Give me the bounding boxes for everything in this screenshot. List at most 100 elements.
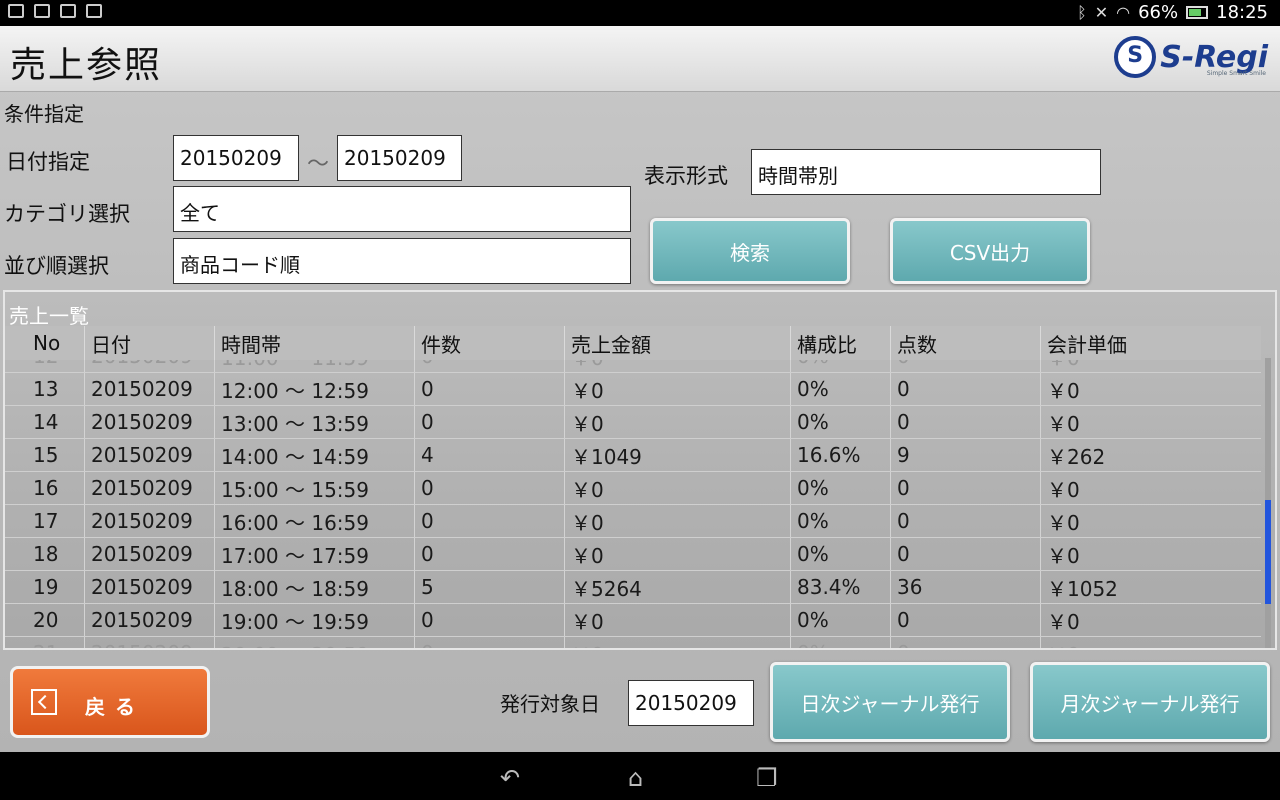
- back-button[interactable]: 戻る: [10, 666, 210, 738]
- column-header-count: 件数: [415, 326, 565, 360]
- cell-date: 20150209: [85, 360, 215, 372]
- cell-items: 0: [891, 505, 1041, 537]
- date-to-field[interactable]: 20150209: [337, 135, 462, 181]
- cell-amount: ￥0: [565, 472, 791, 504]
- issue-date-label: 発行対象日: [500, 692, 600, 716]
- cell-no: 21: [5, 637, 85, 648]
- table-row[interactable]: 16 20150209 15:00 ～ 15:59 0 ￥0 0% 0 ￥0: [5, 472, 1261, 505]
- column-header-items: 点数: [891, 326, 1041, 360]
- daily-journal-button[interactable]: 日次ジャーナル発行: [770, 662, 1010, 742]
- cell-items: 0: [891, 373, 1041, 405]
- cell-date: 20150209: [85, 604, 215, 636]
- cell-ratio: 0%: [791, 472, 891, 504]
- navigation-bar: ↶ ⌂ ❐: [0, 752, 1280, 800]
- column-header-amount: 売上金額: [565, 326, 791, 360]
- cell-ratio: 16.6%: [791, 439, 891, 471]
- cell-unit-price: ￥0: [1041, 637, 1261, 649]
- cell-amount: ￥5264: [565, 571, 791, 603]
- date-from-field[interactable]: 20150209: [173, 135, 299, 181]
- store-icon: [60, 4, 76, 18]
- column-header-time: 時間帯: [215, 326, 415, 360]
- cell-count: 0: [415, 637, 565, 648]
- page-title: 売上参照: [10, 45, 163, 86]
- cell-count: 5: [415, 571, 565, 603]
- table-row[interactable]: 13 20150209 12:00 ～ 12:59 0 ￥0 0% 0 ￥0: [5, 373, 1261, 406]
- cell-count: 0: [415, 604, 565, 636]
- cell-time: 15:00 ～ 15:59: [215, 472, 415, 504]
- logo-mark-icon: [1114, 36, 1157, 78]
- cell-ratio: 83.4%: [791, 571, 891, 603]
- cell-count: 0: [415, 538, 565, 570]
- cell-time: 12:00 ～ 12:59: [215, 373, 415, 405]
- store-icon: [86, 4, 102, 18]
- cell-date: 20150209: [85, 538, 215, 570]
- cell-time: 17:00 ～ 17:59: [215, 538, 415, 570]
- cell-unit-price: ￥0: [1047, 477, 1080, 502]
- cell-amount: ￥0: [565, 360, 791, 372]
- cell-amount: ￥0: [565, 538, 791, 570]
- cell-date: 20150209: [85, 637, 215, 648]
- cell-items: 36: [891, 571, 1041, 603]
- cell-amount: ￥1049: [565, 439, 791, 471]
- table-row[interactable]: 20 20150209 19:00 ～ 19:59 0 ￥0 0% 0 ￥0: [5, 604, 1261, 637]
- scrollbar-thumb[interactable]: [1265, 500, 1271, 604]
- cell-ratio: 0%: [791, 505, 891, 537]
- cell-amount: ￥0: [565, 604, 791, 636]
- table-row[interactable]: 19 20150209 18:00 ～ 18:59 5 ￥5264 83.4% 36 ￥105…: [5, 571, 1261, 604]
- display-format-select[interactable]: 時間帯別: [751, 149, 1101, 195]
- back-nav-icon[interactable]: ↶: [500, 764, 520, 792]
- cell-ratio: 0%: [791, 360, 891, 372]
- table-row[interactable]: 15 20150209 14:00 ～ 14:59 4 ￥1049 16.6% 9 ￥262: [5, 439, 1261, 472]
- sales-list-panel: 売上一覧 No 日付 時間帯 件数 売上金額 構成比 点数 会計単価 12201…: [3, 290, 1277, 650]
- column-header-ratio: 構成比: [791, 326, 891, 360]
- cell-date: 20150209: [85, 505, 215, 537]
- recents-icon[interactable]: ❐: [756, 764, 778, 792]
- cell-no: 20: [5, 604, 85, 636]
- csv-export-button[interactable]: CSV出力: [890, 218, 1090, 284]
- sales-table-body[interactable]: 122015020911:00 ～ 11:590￥00%0￥0132015020…: [5, 360, 1261, 649]
- cell-items: 0: [891, 538, 1041, 570]
- cell-date: 20150209: [85, 571, 215, 603]
- order-select[interactable]: 商品コード順: [173, 238, 631, 284]
- date-label: 日付指定: [6, 150, 90, 174]
- cell-ratio: 0%: [791, 373, 891, 405]
- cell-ratio: 0%: [791, 604, 891, 636]
- table-row[interactable]: 14 20150209 13:00 ～ 13:59 0 ￥0 0% 0 ￥0: [5, 406, 1261, 439]
- conditions-section-label: 条件指定: [4, 102, 84, 126]
- cell-unit-price: ￥0: [1047, 543, 1080, 568]
- cell-date: 20150209: [85, 472, 215, 504]
- notification-icons: [8, 4, 102, 18]
- monthly-journal-button[interactable]: 月次ジャーナル発行: [1030, 662, 1270, 742]
- cell-unit-price: ￥0: [1041, 360, 1261, 372]
- cell-items: 0: [891, 406, 1041, 438]
- cell-unit-price: ￥1052: [1047, 576, 1118, 601]
- home-icon[interactable]: ⌂: [628, 764, 643, 792]
- vibrate-icon: ✕: [1094, 3, 1109, 22]
- table-row[interactable]: 212015020920:00 ～ 20:590￥00%0￥0: [5, 637, 1261, 649]
- cell-items: 9: [891, 439, 1041, 471]
- bluetooth-icon: ᛒ: [1077, 3, 1087, 22]
- cell-no: 14: [5, 406, 85, 438]
- cell-unit-price: ￥0: [1047, 378, 1080, 403]
- battery-percent: 66%: [1138, 2, 1179, 23]
- column-header-date: 日付: [85, 326, 215, 360]
- clock: 18:25: [1216, 2, 1268, 23]
- wifi-icon: ◠: [1116, 3, 1131, 22]
- cell-items: 0: [891, 604, 1041, 636]
- table-row[interactable]: 122015020911:00 ～ 11:590￥00%0￥0: [5, 360, 1261, 373]
- cell-count: 0: [415, 373, 565, 405]
- table-row[interactable]: 18 20150209 17:00 ～ 17:59 0 ￥0 0% 0 ￥0: [5, 538, 1261, 571]
- back-button-label: 戻る: [85, 695, 145, 719]
- table-row[interactable]: 17 20150209 16:00 ～ 16:59 0 ￥0 0% 0 ￥0: [5, 505, 1261, 538]
- date-separator: ～: [307, 152, 330, 177]
- category-select[interactable]: 全て: [173, 186, 631, 232]
- cell-items: 0: [891, 360, 1041, 372]
- search-button[interactable]: 検索: [650, 218, 850, 284]
- cell-count: 0: [415, 360, 565, 372]
- cell-amount: ￥0: [565, 505, 791, 537]
- cell-items: 0: [891, 637, 1041, 648]
- status-bar: ᛒ ✕ ◠ 66% 18:25: [0, 0, 1280, 26]
- cell-time: 14:00 ～ 14:59: [215, 439, 415, 471]
- title-bar: 売上参照 S-Regi Simple Smart Smile: [0, 26, 1280, 92]
- issue-date-field[interactable]: 20150209: [628, 680, 754, 726]
